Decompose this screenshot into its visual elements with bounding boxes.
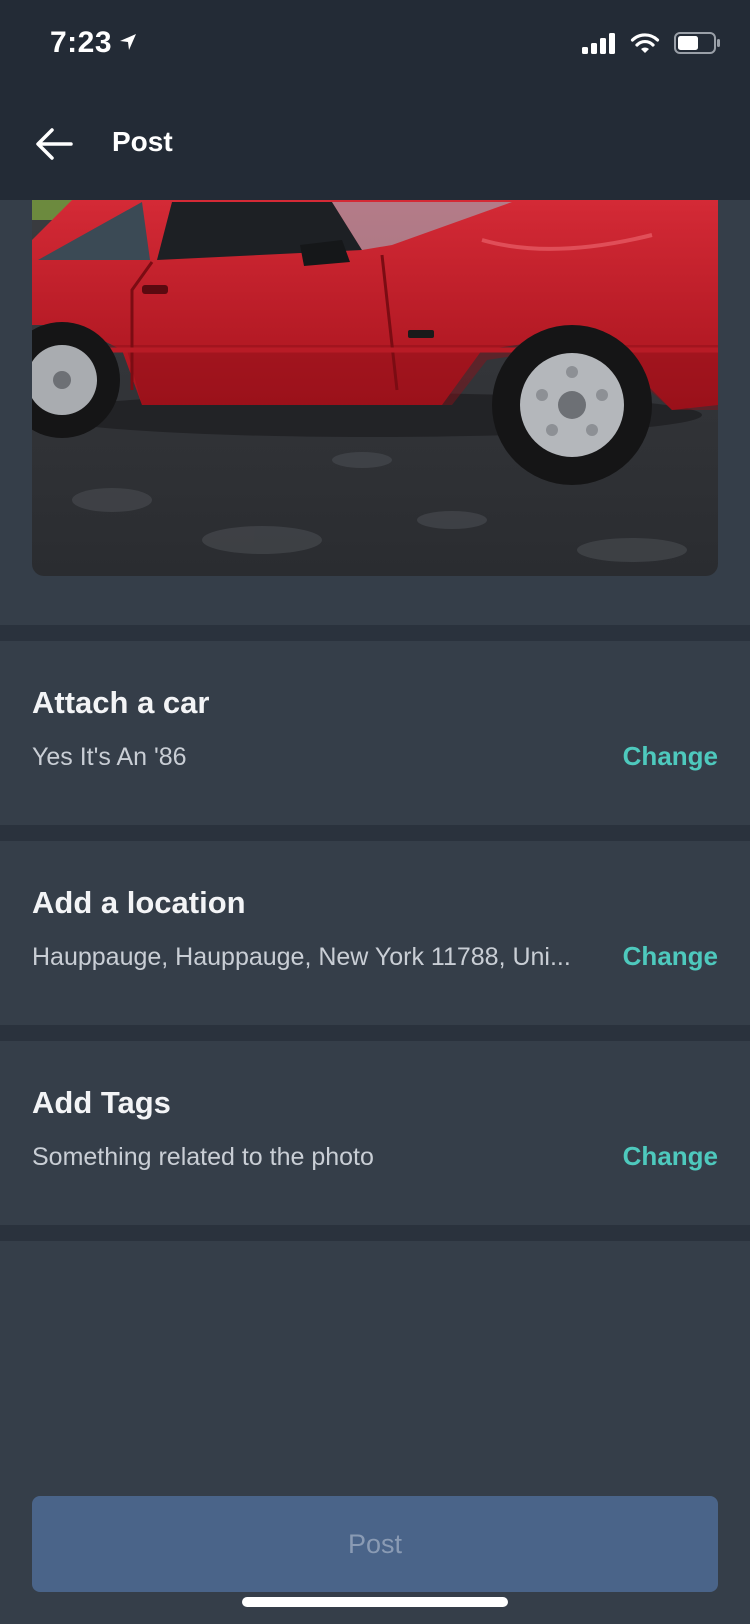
page-title: Post [112,126,173,157]
section-divider [0,1025,750,1041]
add-tags-section[interactable]: Add Tags Something related to the photo … [0,1041,750,1225]
change-car-button[interactable]: Change [623,741,718,772]
nav-bar: Post [0,90,750,200]
add-tags-title: Add Tags [32,1085,171,1120]
section-divider [0,825,750,841]
status-time: 7:23 [50,26,113,59]
status-icons [582,32,720,59]
arrow-left-icon [35,127,73,166]
battery-icon [674,32,720,59]
status-bar: 7:23 [0,0,750,90]
change-tags-button[interactable]: Change [623,1141,718,1172]
post-photo [32,200,718,576]
section-divider [0,1225,750,1241]
signal-icon [582,32,616,59]
attach-car-title: Attach a car [32,685,210,720]
post-button[interactable]: Post [32,1496,718,1592]
wifi-icon [630,32,660,59]
attach-car-section[interactable]: Attach a car Yes It's An '86 Change [0,641,750,825]
location-value: Hauppauge, Hauppauge, New York 11788, Un… [32,943,571,971]
tags-value: Something related to the photo [32,1143,374,1171]
section-divider [0,625,750,641]
attached-car-value: Yes It's An '86 [32,743,187,771]
add-location-title: Add a location [32,885,246,920]
location-arrow-icon [118,32,138,57]
change-location-button[interactable]: Change [623,941,718,972]
home-indicator [242,1597,508,1607]
back-button[interactable] [28,120,80,172]
add-location-section[interactable]: Add a location Hauppauge, Hauppauge, New… [0,841,750,1025]
